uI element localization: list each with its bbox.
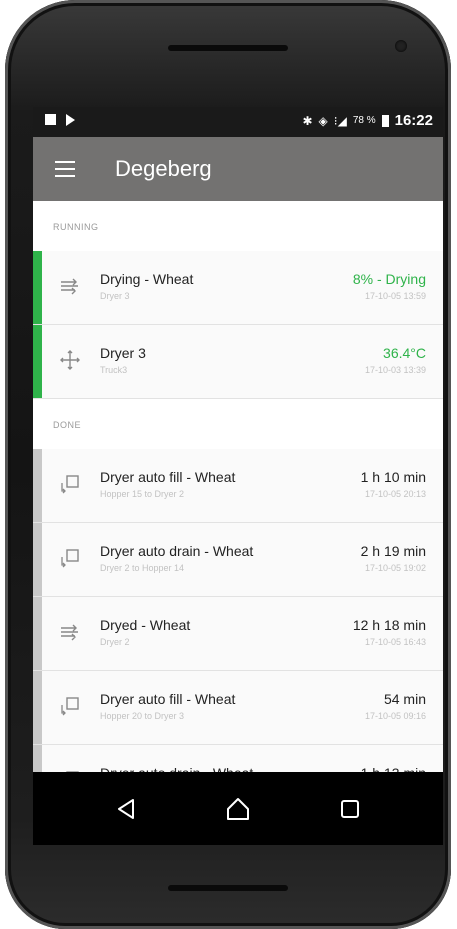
item-value: 54 min: [383, 691, 426, 707]
item-timestamp: 17-10-03 13:39: [364, 365, 426, 375]
item-value: 12 h 18 min: [352, 617, 426, 633]
back-icon[interactable]: [113, 796, 139, 822]
status-bar: ✱ ◈ ⁝◢ 78 % 16:22: [33, 107, 443, 137]
running-accent-bar: [33, 251, 42, 324]
image-icon: [45, 114, 56, 125]
item-value: 2 h 19 min: [360, 543, 426, 559]
list-item[interactable]: Drying - Wheat Dryer 3 8% - Drying 17-10…: [33, 251, 443, 325]
list-item[interactable]: Dryer auto fill - Wheat Hopper 20 to Dry…: [33, 671, 443, 745]
running-accent-bar: [33, 325, 42, 398]
recents-icon[interactable]: [337, 796, 363, 822]
section-label: RUNNING: [53, 222, 99, 232]
item-subtitle: Dryer 2: [100, 637, 130, 647]
done-accent-bar: [33, 523, 42, 596]
screen: ✱ ◈ ⁝◢ 78 % 16:22 Degeberg RUNNING Dryin…: [33, 107, 443, 845]
item-timestamp: 17-10-05 19:02: [364, 563, 426, 573]
transfer-icon: [61, 697, 79, 716]
hamburger-menu-icon[interactable]: [55, 161, 75, 177]
list-item[interactable]: Dryed - Wheat Dryer 2 12 h 18 min 17-10-…: [33, 597, 443, 671]
earpiece-speaker: [168, 45, 288, 51]
front-camera: [395, 40, 407, 52]
transfer-icon: [61, 475, 79, 494]
item-title: Dryer auto fill - Wheat: [100, 469, 236, 485]
section-header-running: RUNNING: [33, 201, 443, 252]
item-subtitle: Dryer 3: [100, 291, 130, 301]
item-title: Dryer 3: [100, 345, 146, 361]
item-title: Dryed - Wheat: [100, 617, 191, 633]
item-title: Dryer auto drain - Wheat: [100, 543, 254, 559]
item-title: Dryer auto fill - Wheat: [100, 691, 236, 707]
item-value: 8% - Drying: [352, 271, 426, 287]
flag-icon: [66, 114, 75, 126]
battery-percent: 78 %: [352, 115, 376, 126]
item-subtitle: Hopper 20 to Dryer 3: [100, 711, 185, 721]
transfer-icon: [61, 549, 79, 568]
done-accent-bar: [33, 449, 42, 522]
home-icon[interactable]: [225, 796, 251, 822]
list-item[interactable]: Dryer auto drain - Wheat Dryer 2 to Hopp…: [33, 523, 443, 597]
section-label: DONE: [53, 420, 82, 430]
list-item[interactable]: Dryer auto fill - Wheat Hopper 15 to Dry…: [33, 449, 443, 523]
bottom-speaker: [168, 885, 288, 891]
navigation-bar: [33, 772, 443, 845]
item-timestamp: 17-10-05 09:16: [364, 711, 426, 721]
phone-frame: ✱ ◈ ⁝◢ 78 % 16:22 Degeberg RUNNING Dryin…: [5, 0, 451, 929]
signal-icon: ⁝◢: [333, 114, 347, 128]
item-title: Drying - Wheat: [100, 271, 194, 287]
dryer-wind-icon: [61, 278, 78, 295]
clock: 16:22: [394, 112, 433, 129]
bluetooth-icon: ✱: [302, 114, 313, 128]
item-subtitle: Dryer 2 to Hopper 14: [100, 563, 185, 573]
done-accent-bar: [33, 671, 42, 744]
battery-icon: [381, 115, 389, 127]
dryer-wind-icon: [61, 624, 78, 641]
list-item[interactable]: Dryer 3 Truck3 36.4°C 17-10-03 13:39: [33, 325, 443, 399]
item-subtitle: Truck3: [100, 365, 128, 375]
item-timestamp: 17-10-05 20:13: [364, 489, 426, 499]
item-timestamp: 17-10-05 13:59: [364, 291, 426, 301]
done-accent-bar: [33, 597, 42, 670]
move-arrows-icon: [60, 350, 80, 370]
app-bar: Degeberg: [33, 137, 443, 201]
item-value: 1 h 10 min: [360, 469, 426, 485]
page-title: Degeberg: [115, 156, 212, 181]
item-subtitle: Hopper 15 to Dryer 2: [100, 489, 185, 499]
item-value: 36.4°C: [383, 345, 426, 361]
section-header-done: DONE: [33, 399, 443, 450]
vibrate-icon: ◈: [318, 114, 328, 128]
item-timestamp: 17-10-05 16:43: [364, 637, 426, 647]
